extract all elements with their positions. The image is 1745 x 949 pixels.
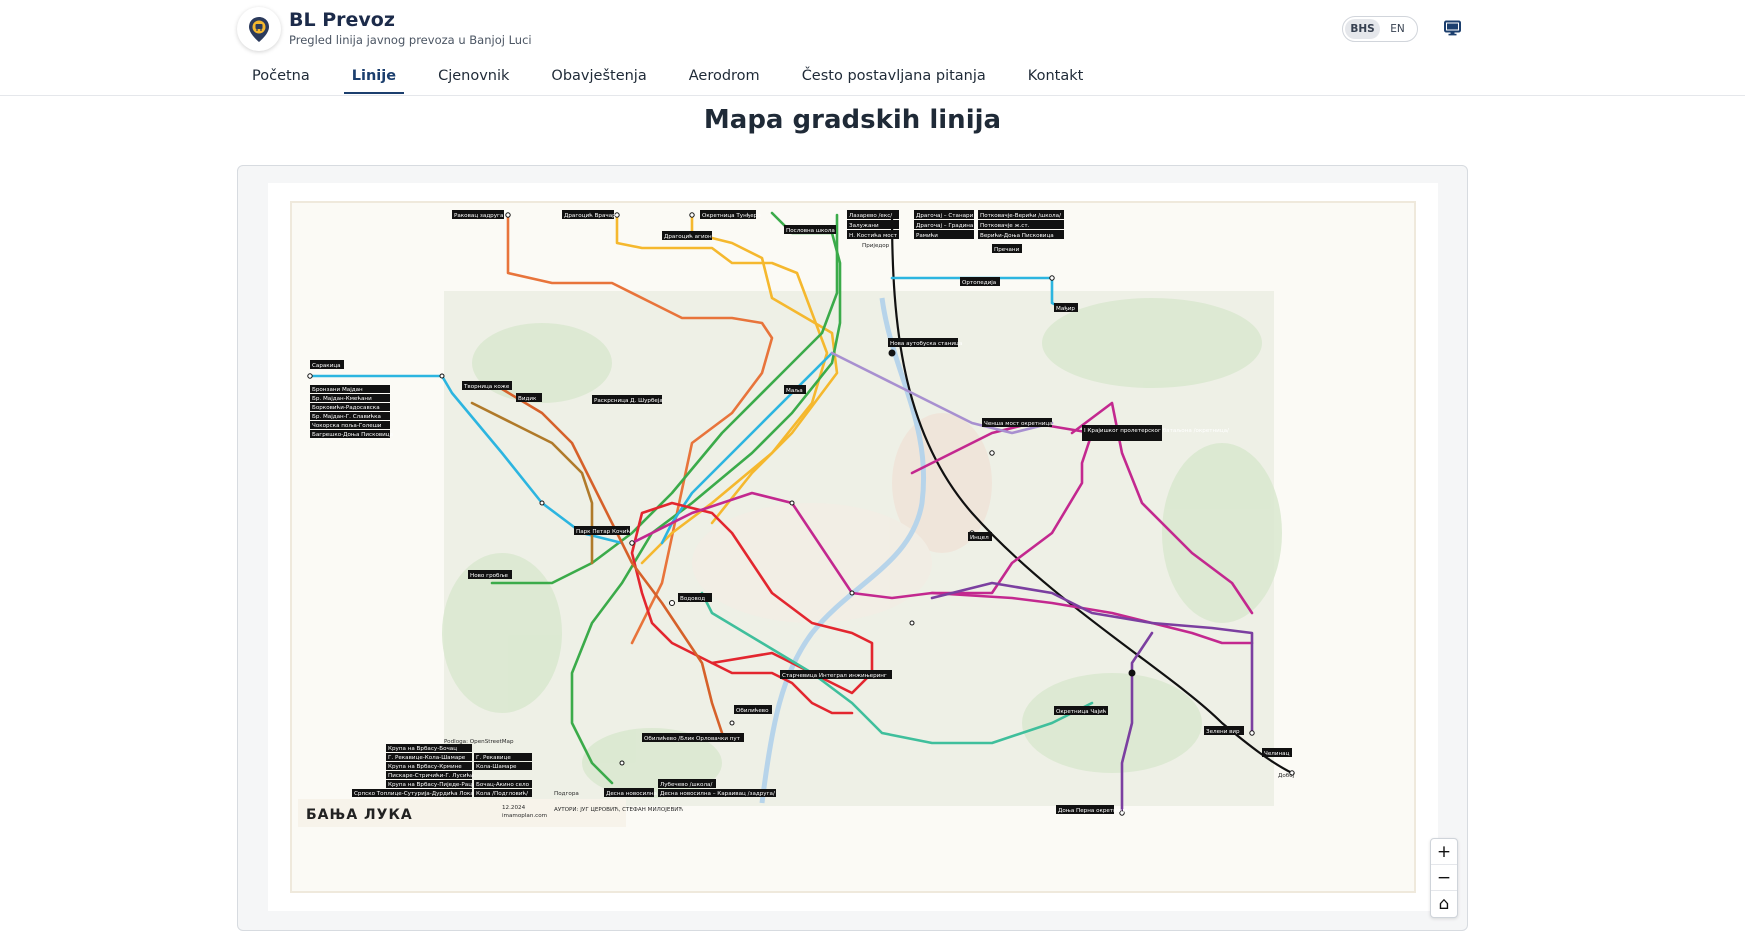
map-card: Раковац задруга Драгоцић Врачар Окретниц…: [237, 165, 1468, 931]
svg-text:Г. Рекавице-Кола-Шамаре: Г. Рекавице-Кола-Шамаре: [388, 755, 466, 761]
svg-text:Раковац задруга: Раковац задруга: [454, 213, 503, 219]
svg-text:12.2024: 12.2024: [502, 805, 526, 811]
monitor-icon: [1444, 20, 1461, 36]
svg-text:Ортопедија: Ортопедија: [962, 280, 996, 286]
nav-item-cjenovnik[interactable]: Cjenovnik: [430, 62, 517, 94]
svg-text:Десна новосилна: Десна новосилна: [606, 791, 657, 797]
svg-text:Ченша мост окретница: Ченша мост окретница: [984, 421, 1053, 427]
svg-text:Бр. Мајдан-Кмећани: Бр. Мајдан-Кмећани: [312, 395, 372, 402]
nav-item-obavjestenja[interactable]: Obavještenja: [543, 62, 654, 94]
svg-text:Драгоцић агион: Драгоцић агион: [664, 233, 712, 240]
map-zoom-controls: + − ⌂: [1430, 838, 1458, 918]
svg-text:Маља: Маља: [786, 388, 803, 394]
nav-item-kontakt[interactable]: Kontakt: [1020, 62, 1092, 94]
svg-text:Обилићево: Обилићево: [736, 707, 769, 714]
svg-text:Десна новосилна – Караивац /за: Десна новосилна – Караивац /задруга/: [660, 791, 775, 797]
svg-text:Бр. Мајдан-Г. Славићка: Бр. Мајдан-Г. Славићка: [312, 413, 381, 420]
svg-text:Парк Петар Кочић: Парк Петар Кочић: [576, 528, 630, 535]
svg-text:Саракица: Саракица: [312, 363, 341, 369]
svg-text:Борковићи-Радосавска: Борковићи-Радосавска: [312, 404, 380, 411]
svg-text:I Крајишког пролетерског батаљ: I Крајишког пролетерског батаљона /окрет…: [1084, 428, 1229, 434]
brand-title[interactable]: BL Prevoz: [289, 9, 395, 31]
svg-text:Орловачки пут: Орловачки пут: [696, 736, 741, 742]
svg-text:Крупа на Врбасу-Пиједе-Рацићи: Крупа на Врбасу-Пиједе-Рацићи: [388, 781, 483, 788]
svg-text:Потковачје ж.ст.: Потковачје ж.ст.: [980, 223, 1030, 229]
svg-text:Пословна школа: Пословна школа: [786, 228, 835, 234]
svg-text:Инцел: Инцел: [970, 535, 989, 541]
svg-text:Драгоцић Врачар: Драгоцић Врачар: [564, 212, 616, 219]
svg-text:Драгочај – Градина: Драгочај – Градина: [916, 223, 973, 229]
svg-text:Пискаре-Стричићи-Г. Лусићи: Пискаре-Стричићи-Г. Лусићи: [388, 772, 474, 779]
svg-text:Чокорска поља-Голеши: Чокорска поља-Голеши: [312, 423, 382, 429]
lang-option-en[interactable]: EN: [1380, 19, 1415, 39]
site-header: BL Prevoz Pregled linija javnog prevoza …: [0, 0, 1745, 96]
map-pin-bus-icon: [249, 17, 269, 42]
brand-subtitle: Pregled linija javnog prevoza u Banjoj L…: [289, 33, 532, 47]
svg-text:Добој: Добој: [1278, 773, 1295, 779]
svg-text:Творница коже: Творница коже: [463, 384, 510, 390]
network-map-svg: Раковац задруга Драгоцић Врачар Окретниц…: [298, 210, 1295, 827]
language-switcher[interactable]: BHS EN: [1342, 16, 1418, 42]
svg-text:Раскрсница Д. Шурбеја: Раскрсница Д. Шурбеја: [594, 398, 663, 404]
svg-text:Бронзани Мајдан: Бронзани Мајдан: [312, 387, 363, 393]
svg-text:imamoplan.com: imamoplan.com: [502, 813, 547, 819]
svg-text:Бочац-Акино село: Бочац-Акино село: [476, 782, 530, 788]
network-map[interactable]: Раковац задруга Драгоцић Врачар Окретниц…: [290, 201, 1416, 893]
svg-text:Српско Топлице-Сутурија-Дурдић: Српско Топлице-Сутурија-Дурдића Локаи: [354, 790, 478, 797]
svg-text:Пречани: Пречани: [994, 247, 1020, 253]
svg-text:Лазарево /екс/: Лазарево /екс/: [849, 213, 892, 219]
svg-text:Кола /Подгловић/: Кола /Подгловић/: [476, 790, 528, 797]
nav-item-pocetna[interactable]: Početna: [244, 62, 318, 94]
display-toggle-button[interactable]: [1444, 20, 1461, 40]
city-name: БАЊА ЛУКА: [306, 807, 413, 823]
svg-text:Обилићево /Блик/: Обилићево /Блик/: [644, 735, 697, 742]
nav-item-linije[interactable]: Linije: [343, 62, 405, 94]
svg-text:Драгочај – Станари: Драгочај – Станари: [916, 213, 974, 219]
nav-item-aerodrom[interactable]: Aerodrom: [681, 62, 768, 94]
map-credit: Podloga: OpenStreetMap: [444, 739, 514, 745]
svg-text:Старчевица Интеграл инжињеринг: Старчевица Интеграл инжињеринг: [782, 673, 887, 679]
svg-text:Крупа на Врбасу-Крмине: Крупа на Врбасу-Крмине: [388, 764, 462, 770]
svg-text:Окретница Тунђеро: Окретница Тунђеро: [702, 212, 761, 219]
svg-text:Окретница Чајић: Окретница Чајић: [1056, 708, 1107, 715]
nav-item-faq[interactable]: Često postavljana pitanja: [794, 62, 994, 94]
svg-text:Рамићи: Рамићи: [916, 232, 938, 239]
svg-text:Подгора: Подгора: [554, 791, 579, 797]
svg-text:Приједор: Приједор: [862, 243, 890, 249]
svg-text:Залужани: Залужани: [849, 223, 879, 229]
zoom-in-button[interactable]: +: [1431, 839, 1457, 865]
map-viewport[interactable]: Раковац задруга Драгоцић Врачар Окретниц…: [268, 183, 1438, 911]
lang-option-bhs[interactable]: BHS: [1345, 19, 1380, 39]
svg-text:АУТОРИ: ЈУГ ЦЕРОВИЋ, СТЕФАН МИ: АУТОРИ: ЈУГ ЦЕРОВИЋ, СТЕФАН МИЛОЈЕВИЋ: [554, 807, 683, 813]
svg-text:Кола-Шамаре: Кола-Шамаре: [476, 764, 517, 770]
svg-text:Г. Рекавице: Г. Рекавице: [476, 755, 511, 761]
svg-text:Доња Перна окретница: Доња Перна окретница: [1058, 808, 1128, 814]
home-button[interactable]: ⌂: [1431, 891, 1457, 917]
svg-text:Ново гробље: Ново гробље: [470, 573, 509, 579]
minus-icon: −: [1436, 867, 1452, 888]
svg-text:Водовод: Водовод: [680, 596, 705, 602]
svg-text:Челинац: Челинац: [1264, 751, 1290, 757]
plus-icon: +: [1436, 841, 1452, 862]
svg-text:Потковачје-Верићи /школа/: Потковачје-Верићи /школа/: [980, 212, 1061, 219]
svg-text:Мађир: Мађир: [1056, 305, 1075, 312]
page-title: Mapa gradskih linija: [703, 105, 1002, 135]
svg-text:Зелени вир: Зелени вир: [1206, 729, 1240, 735]
svg-text:Н. Костића мост: Н. Костића мост: [849, 232, 898, 239]
svg-text:Крупа на Врбасу-Бочац: Крупа на Врбасу-Бочац: [388, 746, 457, 752]
svg-text:Видик: Видик: [518, 396, 537, 402]
home-icon: ⌂: [1438, 894, 1450, 914]
svg-text:Нова аутобуска станица: Нова аутобуска станица: [890, 341, 962, 347]
svg-text:Лубечево /школа/: Лубечево /школа/: [660, 782, 712, 788]
zoom-out-button[interactable]: −: [1431, 865, 1457, 891]
brand-logo[interactable]: [237, 7, 281, 51]
svg-text:Верићи-Доња Писковица: Верићи-Доња Писковица: [980, 232, 1054, 239]
main-nav: Početna Linije Cjenovnik Obavještenja Ae…: [244, 62, 1117, 94]
svg-text:Багрешко-Доња Писковица: Багрешко-Доња Писковица: [312, 432, 393, 438]
